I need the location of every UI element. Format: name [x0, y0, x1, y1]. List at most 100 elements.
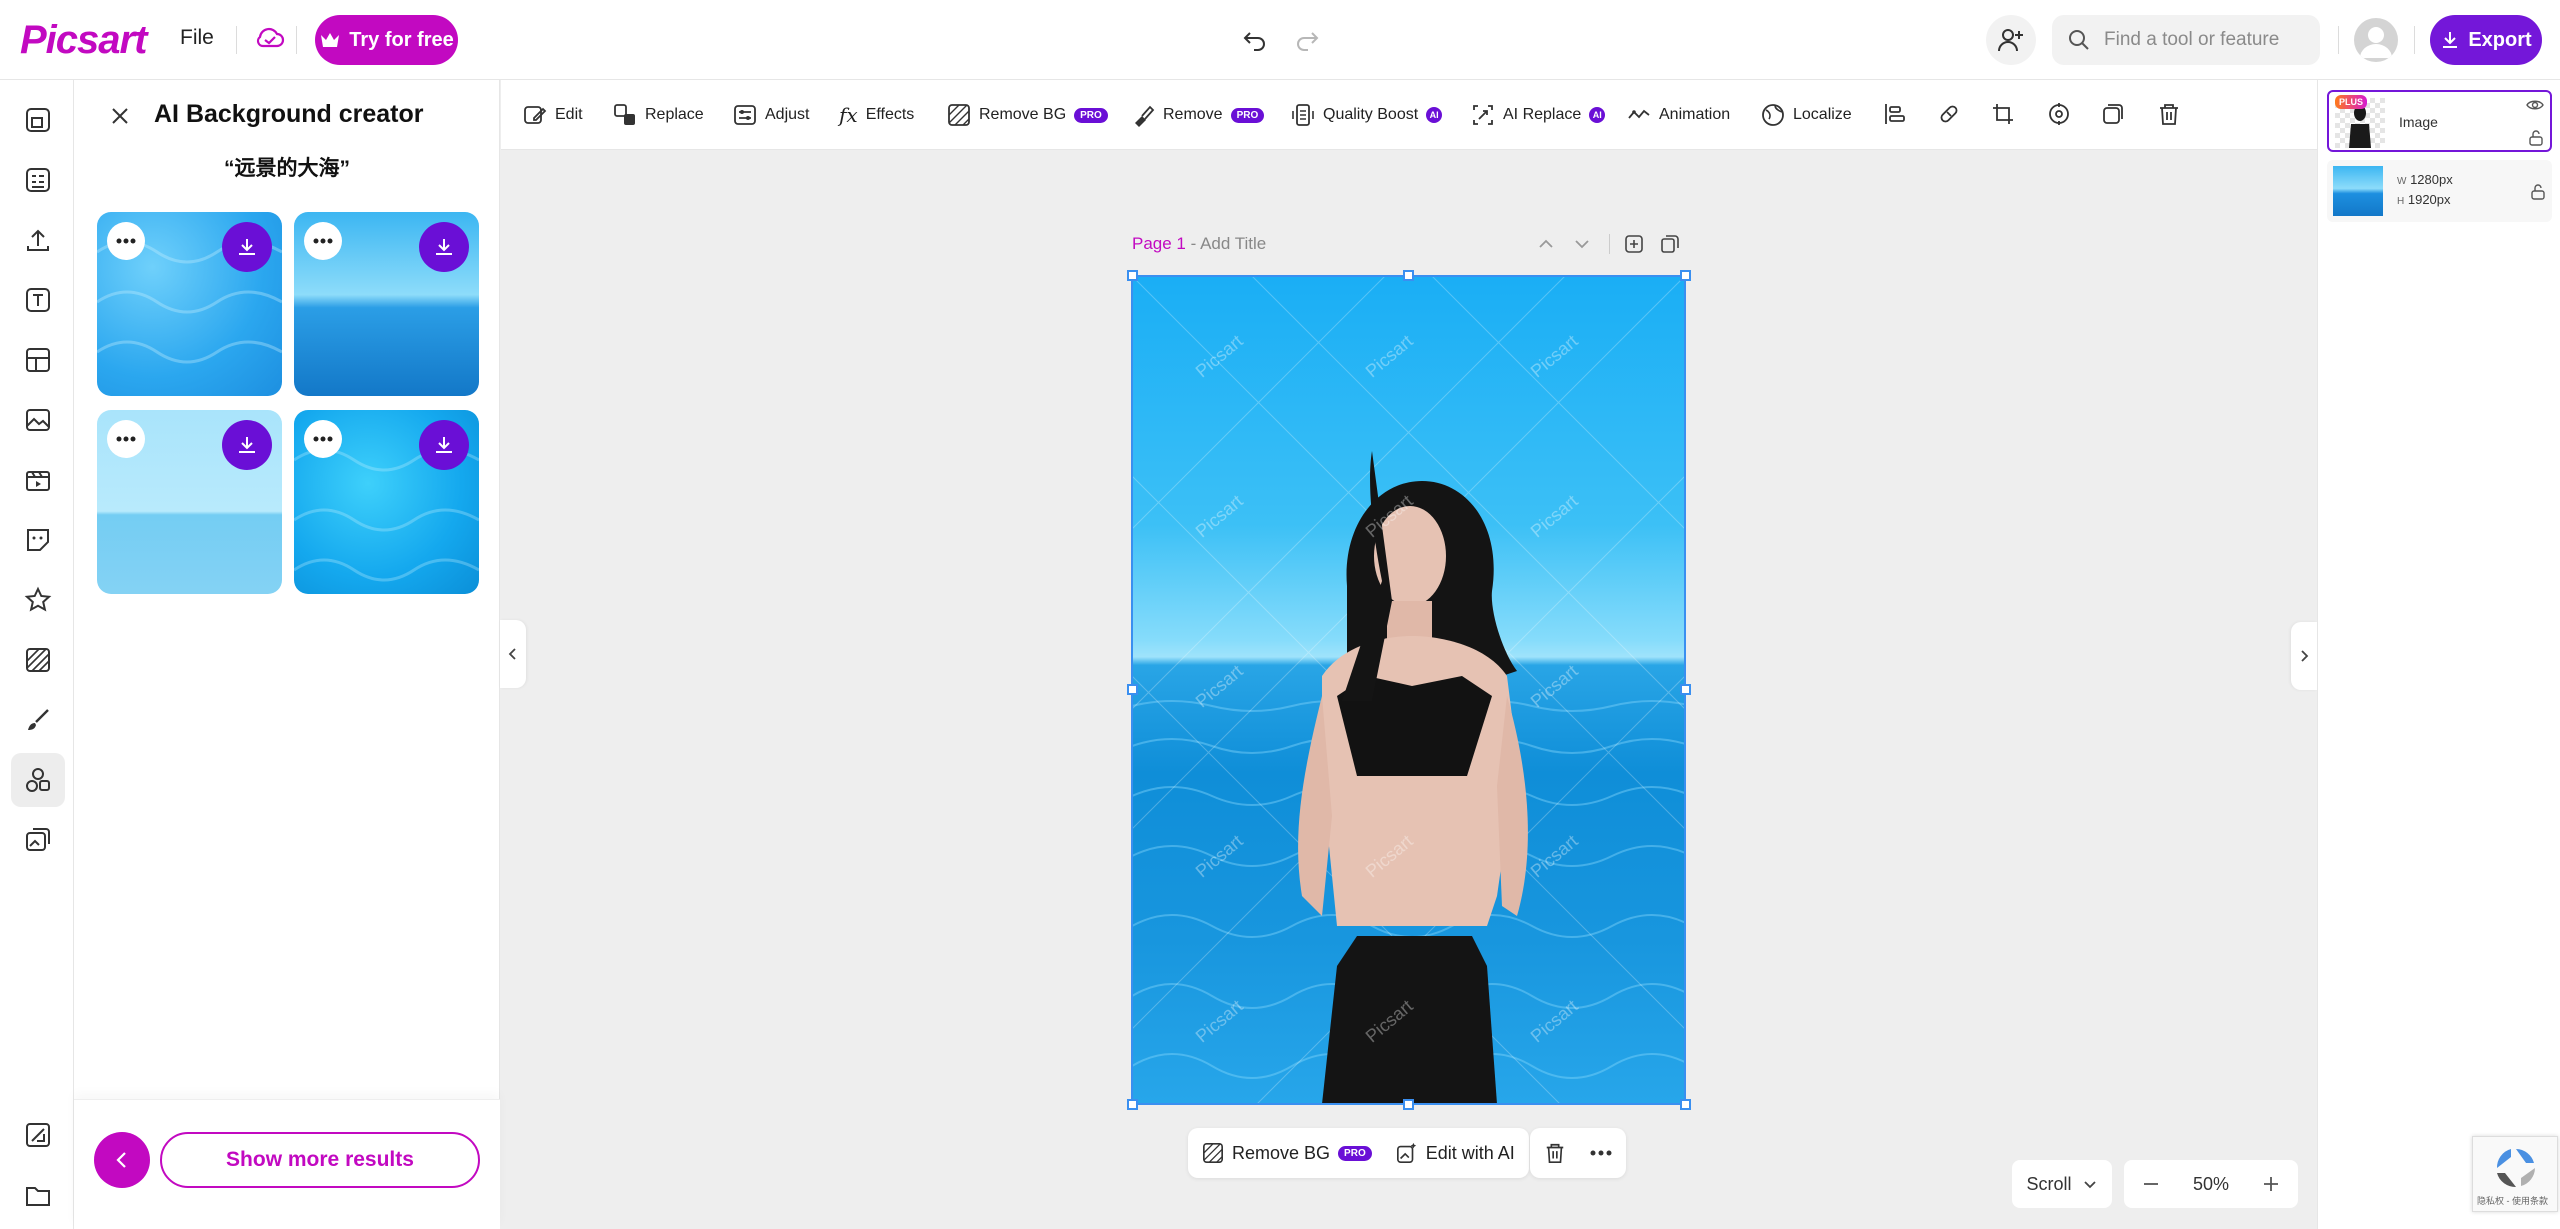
rail-layout-icon[interactable]: [11, 153, 65, 207]
rail-video-icon[interactable]: [11, 453, 65, 507]
more-options-icon[interactable]: [107, 420, 145, 458]
eye-icon[interactable]: [2526, 98, 2544, 112]
remove-bg-icon: [1203, 1143, 1223, 1163]
tool-localize-label: Localize: [1793, 106, 1852, 123]
tool-ai-replace[interactable]: AI Replace AI: [1471, 101, 1606, 129]
chevron-left-icon: [116, 1152, 126, 1168]
rail-grid-icon[interactable]: [11, 333, 65, 387]
cloud-icon[interactable]: [254, 24, 286, 54]
layer-thumbnail: [2333, 166, 2383, 216]
result-thumbnail[interactable]: [294, 410, 479, 594]
picsart-logo[interactable]: Picsart: [20, 18, 147, 63]
rail-templates-icon[interactable]: [11, 93, 65, 147]
tool-edit[interactable]: Edit: [523, 101, 583, 129]
tool-adjust[interactable]: Adjust: [733, 101, 809, 129]
rail-apps-icon[interactable]: [11, 753, 65, 807]
edit-with-ai-button[interactable]: Edit with AI: [1396, 1142, 1515, 1164]
download-icon[interactable]: [419, 222, 469, 272]
try-for-free-button[interactable]: Try for free: [315, 15, 458, 65]
rail-brush-icon[interactable]: [11, 693, 65, 747]
show-more-results-button[interactable]: Show more results: [160, 1132, 480, 1188]
export-button[interactable]: Export: [2430, 15, 2542, 65]
undo-icon[interactable]: [1240, 24, 1270, 54]
rail-sticker-icon[interactable]: [11, 513, 65, 567]
rail-design-icon[interactable]: [11, 1108, 65, 1162]
back-button[interactable]: [94, 1132, 150, 1188]
trash-icon[interactable]: [1544, 1142, 1566, 1164]
chevron-down-icon[interactable]: [1572, 234, 1592, 254]
heal-icon[interactable]: [1937, 102, 1961, 126]
search-box[interactable]: [2052, 15, 2320, 65]
crop-icon[interactable]: [1991, 102, 2015, 126]
more-options-icon[interactable]: [1590, 1150, 1612, 1156]
flip-rotate-icon[interactable]: [2047, 102, 2071, 126]
duplicate-page-icon[interactable]: [1660, 234, 1680, 254]
title-separator: -: [1190, 234, 1201, 253]
recaptcha-text[interactable]: 隐私权 - 使用条款: [2477, 1194, 2548, 1207]
rail-text-icon[interactable]: [11, 273, 65, 327]
result-thumbnail[interactable]: [294, 212, 479, 396]
align-icon[interactable]: [1883, 102, 1907, 126]
search-input[interactable]: [2104, 29, 2304, 51]
tool-effects[interactable]: fx Effects: [839, 101, 914, 129]
rail-upload-icon[interactable]: [11, 213, 65, 267]
context-action-bar-secondary: [1530, 1128, 1626, 1178]
chevron-up-icon[interactable]: [1536, 234, 1556, 254]
rail-photos-icon[interactable]: [11, 393, 65, 447]
close-icon[interactable]: [108, 104, 132, 128]
width-value: 1280px: [2410, 172, 2453, 187]
resize-handle[interactable]: [1403, 270, 1414, 281]
float-remove-bg-button[interactable]: Remove BG PRO: [1202, 1142, 1372, 1164]
rail-ai-edit-icon[interactable]: [11, 813, 65, 867]
tool-remove-bg[interactable]: Remove BG PRO: [947, 101, 1108, 129]
recaptcha-badge[interactable]: 隐私权 - 使用条款: [2472, 1136, 2558, 1212]
more-options-icon[interactable]: [107, 222, 145, 260]
result-thumbnail[interactable]: [97, 410, 282, 594]
invite-user-icon[interactable]: [1986, 15, 2036, 65]
fx-icon: fx: [839, 103, 858, 127]
trash-icon[interactable]: [2157, 102, 2181, 126]
lock-icon[interactable]: [2531, 184, 2545, 200]
page-number: Page 1: [1132, 234, 1186, 253]
resize-handle[interactable]: [1680, 684, 1691, 695]
resize-handle[interactable]: [1127, 684, 1138, 695]
resize-handle[interactable]: [1680, 1099, 1691, 1110]
tool-remove[interactable]: Remove PRO: [1131, 101, 1265, 129]
collapse-panel-button[interactable]: [500, 620, 526, 688]
more-options-icon[interactable]: [304, 420, 342, 458]
rail-background-icon[interactable]: [11, 633, 65, 687]
more-options-icon[interactable]: [304, 222, 342, 260]
canvas-artboard[interactable]: Picsart Picsart Picsart Picsart Picsart …: [1132, 276, 1685, 1104]
result-thumbnail[interactable]: [97, 212, 282, 396]
file-menu-button[interactable]: File: [180, 26, 214, 50]
resize-handle[interactable]: [1403, 1099, 1414, 1110]
zoom-out-icon[interactable]: [2142, 1175, 2160, 1193]
collapse-layers-button[interactable]: [2291, 622, 2317, 690]
lock-icon[interactable]: [2529, 130, 2543, 146]
resize-handle[interactable]: [1680, 270, 1691, 281]
layer-background[interactable]: W 1280px H 1920px: [2327, 160, 2552, 222]
tool-quality-boost[interactable]: Quality Boost AI: [1291, 101, 1443, 129]
redo-icon[interactable]: [1292, 24, 1322, 54]
tool-localize[interactable]: Localize: [1761, 101, 1852, 129]
rail-favorites-icon[interactable]: [11, 573, 65, 627]
zoom-in-icon[interactable]: [2262, 1175, 2280, 1193]
avatar[interactable]: [2354, 18, 2398, 62]
resize-handle[interactable]: [1127, 1099, 1138, 1110]
tool-animation[interactable]: Animation: [1627, 101, 1730, 129]
add-page-icon[interactable]: [1624, 234, 1644, 254]
scroll-mode-select[interactable]: Scroll: [2012, 1160, 2112, 1208]
duplicate-icon[interactable]: [2101, 102, 2125, 126]
tool-replace[interactable]: Replace: [613, 101, 704, 129]
add-title-input[interactable]: Add Title: [1200, 234, 1266, 253]
download-icon[interactable]: [222, 420, 272, 470]
resize-handle[interactable]: [1127, 270, 1138, 281]
quality-boost-icon: [1292, 104, 1314, 126]
download-icon[interactable]: [222, 222, 272, 272]
download-icon[interactable]: [419, 420, 469, 470]
chevron-left-icon: [508, 648, 516, 660]
layer-image[interactable]: PLUS Image: [2327, 90, 2552, 152]
rail-folder-icon[interactable]: [11, 1168, 65, 1222]
remove-bg-icon: [948, 104, 970, 126]
panel-title: AI Background creator: [154, 100, 424, 128]
